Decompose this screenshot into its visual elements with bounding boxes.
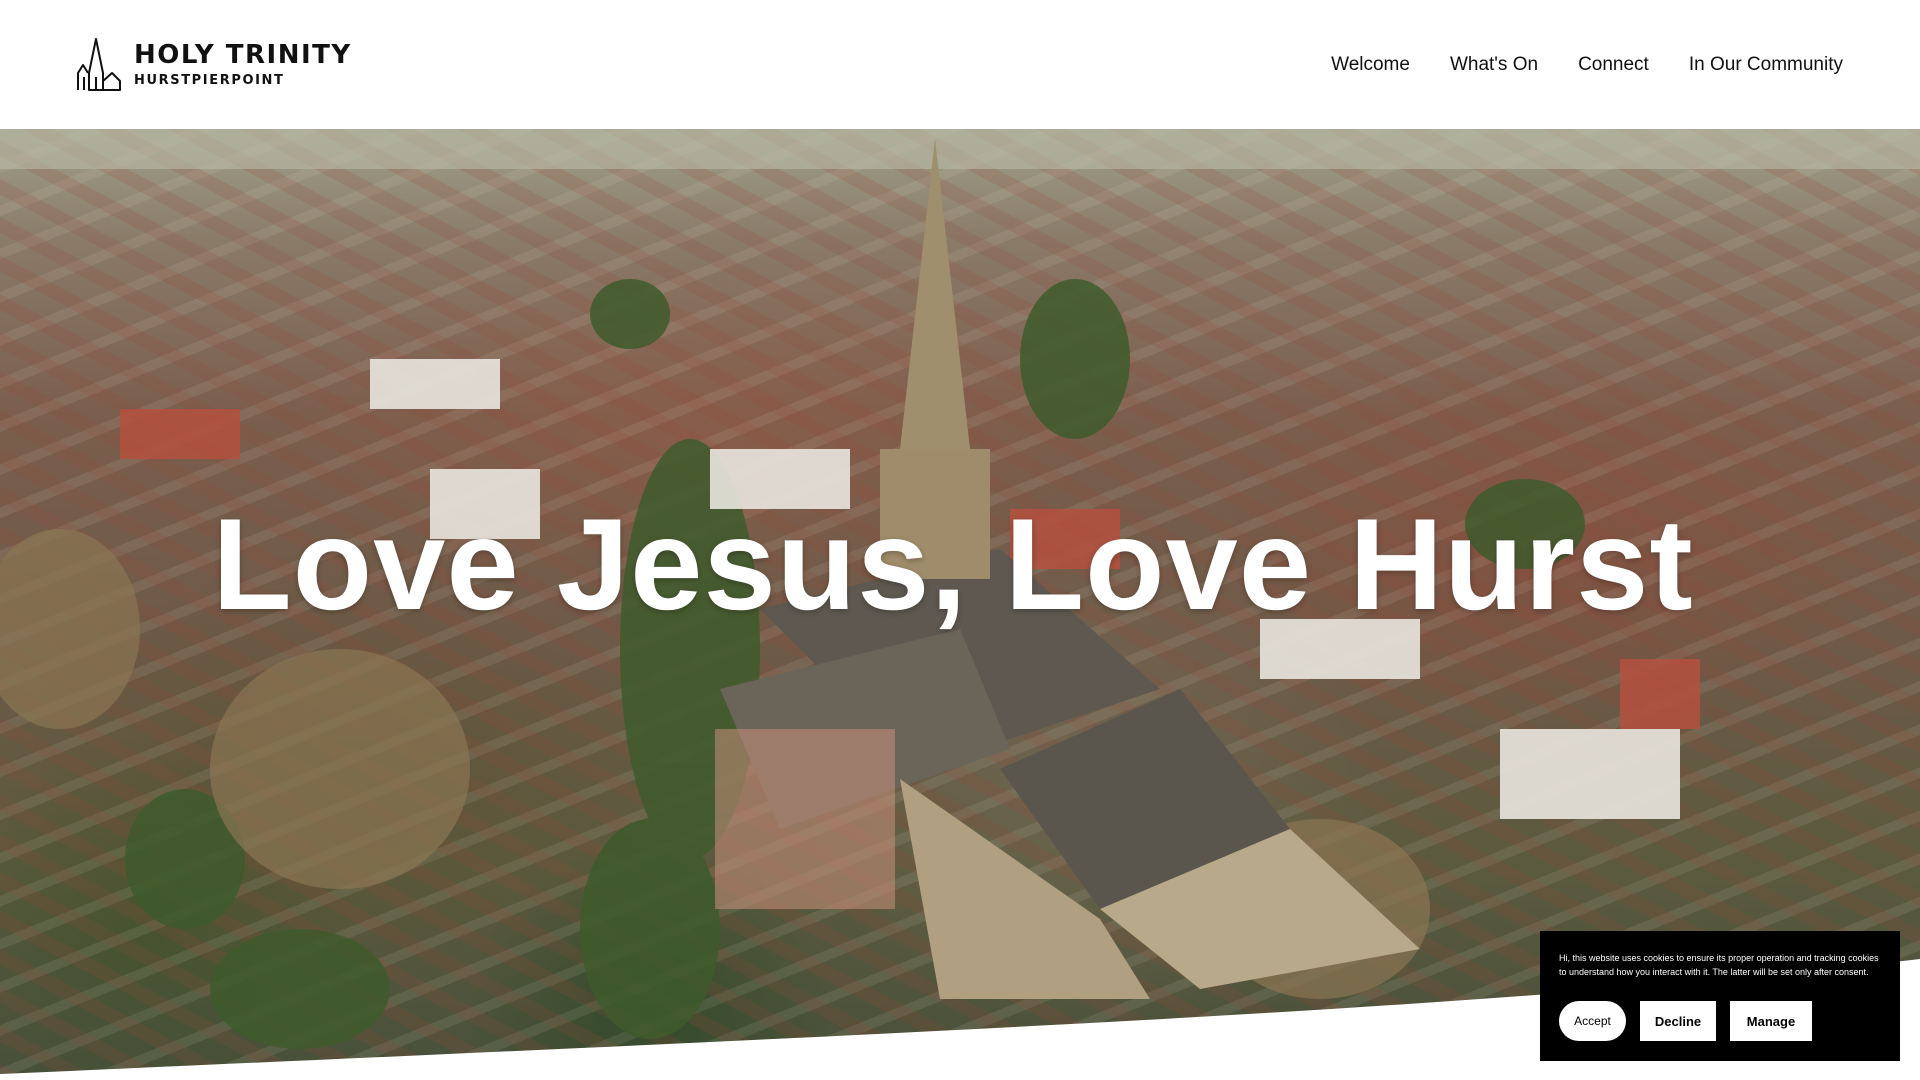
logo-subtitle: HURSTPIERPOINT <box>134 73 285 88</box>
tree <box>590 279 670 349</box>
cookie-banner: Hi, this website uses cookies to ensure … <box>1540 931 1900 1061</box>
house <box>1500 729 1680 819</box>
red-house <box>120 409 240 459</box>
cookie-manage-button[interactable]: Manage <box>1730 1001 1812 1041</box>
tree <box>210 929 390 1049</box>
cookie-decline-button[interactable]: Decline <box>1640 1001 1716 1041</box>
church-spire <box>900 139 970 449</box>
logo-title: HOLY TRINITY <box>134 40 352 70</box>
main-nav: Welcome What's On Connect In Our Communi… <box>1331 54 1843 76</box>
site-header: HOLY TRINITY HURSTPIERPOINT Welcome What… <box>0 0 1920 129</box>
cookie-text: Hi, this website uses cookies to ensure … <box>1559 953 1879 977</box>
nav-in-our-community[interactable]: In Our Community <box>1689 54 1843 76</box>
hero-title: Love Jesus, Love Hurst <box>0 499 1920 629</box>
church-spire-logo-icon <box>77 37 121 91</box>
scaffolding <box>715 729 895 909</box>
distant-haze <box>0 129 1920 169</box>
cookie-accept-button[interactable]: Accept <box>1559 1001 1626 1041</box>
nav-whats-on[interactable]: What's On <box>1450 54 1538 76</box>
house <box>370 359 500 409</box>
cookie-actions: Accept Decline Manage <box>1559 1001 1881 1041</box>
tree <box>580 819 720 1039</box>
red-house <box>1620 659 1700 729</box>
hero-title-text: Love Jesus, Love Hurst <box>212 491 1694 637</box>
site-logo[interactable]: HOLY TRINITY HURSTPIERPOINT <box>76 37 352 93</box>
logo-text: HOLY TRINITY HURSTPIERPOINT <box>134 42 352 87</box>
tree <box>1020 279 1130 439</box>
bare-tree <box>210 649 470 889</box>
nav-welcome[interactable]: Welcome <box>1331 54 1410 76</box>
nav-connect[interactable]: Connect <box>1578 54 1649 76</box>
